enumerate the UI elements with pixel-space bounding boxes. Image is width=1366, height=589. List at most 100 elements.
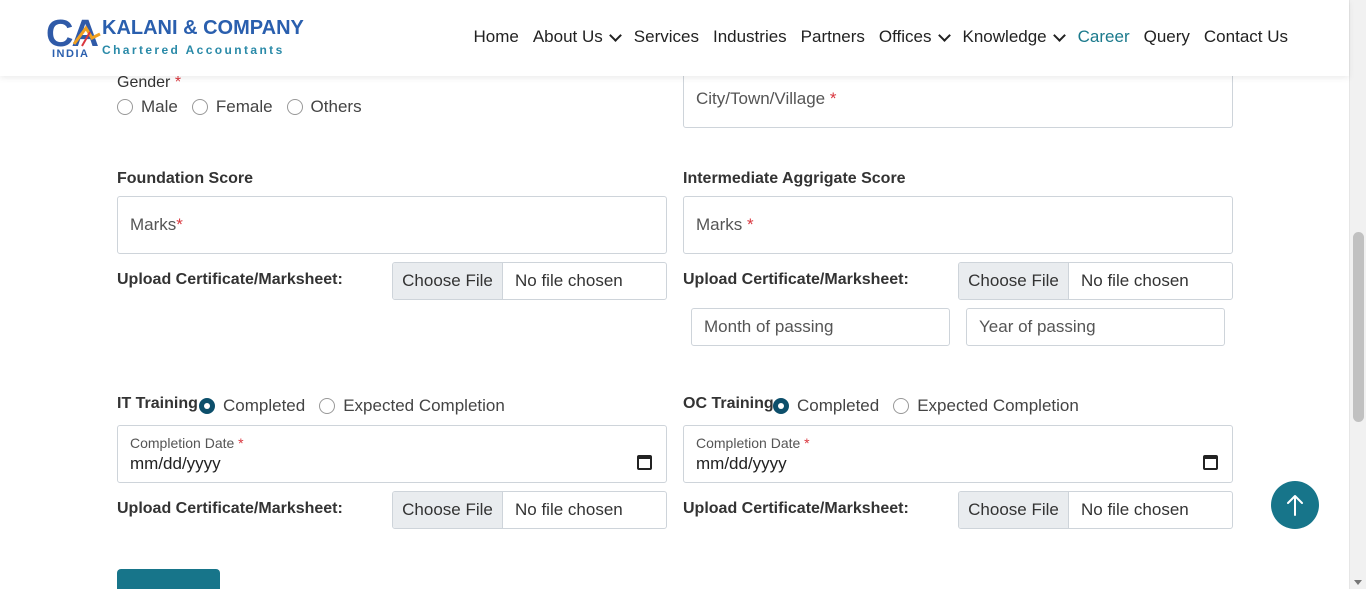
date-label: Completion Date * [130,435,244,451]
oc-completion-date-field[interactable]: Completion Date * mm/dd/yyyy [683,425,1233,483]
required-mark: * [804,435,810,451]
date-label: Completion Date * [696,435,810,451]
submit-button[interactable] [117,569,220,589]
radio-others[interactable] [286,99,303,115]
required-mark: * [174,74,182,91]
date-value: mm/dd/yyyy [130,454,221,473]
choose-file-button[interactable]: Choose File [393,263,503,299]
file-status: No file chosen [515,271,623,290]
nav-label: Partners [800,27,865,46]
it-training-label: IT Training [117,395,198,412]
scrollbar-thumb[interactable] [1353,232,1364,422]
foundation-file-input[interactable]: Choose File No file chosen [392,262,667,300]
foundation-score-label: Foundation Score [117,170,253,187]
company-logo[interactable]: CA KALANI & COMPANY Chartered Accountant… [46,14,306,62]
nav-query[interactable]: Query [1144,26,1190,48]
arrow-up-icon [1287,495,1303,516]
nav-services[interactable]: Services [634,26,699,48]
chevron-down-icon [937,28,951,42]
radio-completed[interactable] [199,398,215,414]
page-scrollbar[interactable] [1349,0,1366,589]
nav-label: Query [1143,27,1190,46]
option-label: Expected Completion [343,396,505,415]
chevron-down-icon [608,28,622,42]
oc-option-completed[interactable]: Completed [773,396,879,416]
option-label: Completed [797,396,880,415]
nav-label: Home [473,27,519,46]
radio-male[interactable] [117,99,133,115]
it-option-expected[interactable]: Expected Completion [319,396,505,416]
oc-training-label: OC Training [683,395,774,412]
scroll-down-arrow-icon[interactable] [1354,580,1362,585]
radio-expected-completion[interactable] [893,398,910,414]
it-upload-label: Upload Certificate/Marksheet: [117,500,343,517]
nav-industries[interactable]: Industries [713,26,787,48]
oc-file-input[interactable]: Choose File No file chosen [958,491,1233,529]
it-option-completed[interactable]: Completed [199,396,305,416]
nav-label: Offices [878,27,932,46]
option-label: Expected Completion [917,396,1079,415]
calendar-icon[interactable] [1203,455,1218,470]
option-label: Others [310,97,362,116]
required-mark: * [176,215,183,234]
gender-label: Gender * [117,74,181,92]
nav-label: Career [1077,27,1130,46]
required-mark: * [238,435,244,451]
intermediate-upload-label: Upload Certificate/Marksheet: [683,271,909,288]
scroll-to-top-button[interactable] [1271,481,1319,529]
gender-label-text: Gender [117,74,171,91]
choose-file-button[interactable]: Choose File [959,492,1069,528]
logo-country: INDIA [52,48,90,60]
site-header: CA KALANI & COMPANY Chartered Accountant… [0,0,1349,76]
gender-option-others[interactable]: Others [286,97,362,117]
nav-label: Services [633,27,699,46]
nav-label: Contact Us [1203,27,1288,46]
main-nav: Home About Us Services Industries Partne… [459,26,1288,48]
file-status: No file chosen [1081,271,1189,290]
oc-training-radio-group: Completed Expected Completion [773,396,1093,416]
file-status: No file chosen [1081,500,1189,519]
choose-file-button[interactable]: Choose File [393,492,503,528]
nav-home[interactable]: Home [473,26,518,48]
nav-about-us[interactable]: About Us [532,26,622,48]
it-file-input[interactable]: Choose File No file chosen [392,491,667,529]
radio-female[interactable] [191,99,208,115]
date-value: mm/dd/yyyy [696,454,787,473]
gender-option-female[interactable]: Female [191,97,273,117]
nav-offices[interactable]: Offices [878,26,951,48]
year-of-passing-field[interactable]: Year of passing [966,308,1225,346]
radio-expected-completion[interactable] [319,398,336,414]
option-label: Female [215,97,273,116]
foundation-marks-placeholder: Marks* [130,215,183,235]
logo-tagline: Chartered Accountants [102,43,285,57]
date-label-text: Completion Date [696,435,801,451]
oc-upload-label: Upload Certificate/Marksheet: [683,500,909,517]
option-label: Male [141,97,178,116]
logo-swoosh-icon [72,25,101,47]
option-label: Completed [223,396,306,415]
intermediate-score-label: Intermediate Aggrigate Score [683,170,906,187]
choose-file-button[interactable]: Choose File [959,263,1069,299]
city-placeholder: City/Town/Village * [696,89,837,109]
intermediate-marks-field[interactable]: Marks * [683,196,1233,254]
intermediate-file-input[interactable]: Choose File No file chosen [958,262,1233,300]
month-of-passing-field[interactable]: Month of passing [691,308,950,346]
nav-label: About Us [532,27,603,46]
nav-career[interactable]: Career [1078,26,1130,48]
nav-contact-us[interactable]: Contact Us [1204,26,1288,48]
nav-label: Knowledge [962,27,1047,46]
city-field[interactable]: City/Town/Village * [683,70,1233,128]
it-completion-date-field[interactable]: Completion Date * mm/dd/yyyy [117,425,667,483]
foundation-marks-field[interactable]: Marks* [117,196,667,254]
oc-option-expected[interactable]: Expected Completion [893,396,1079,416]
intermediate-marks-placeholder: Marks * [696,215,754,235]
file-status: No file chosen [515,500,623,519]
radio-completed[interactable] [773,398,789,414]
calendar-icon[interactable] [637,455,652,470]
placeholder-text: Marks [696,215,743,234]
nav-partners[interactable]: Partners [801,26,865,48]
nav-knowledge[interactable]: Knowledge [962,26,1066,48]
date-label-text: Completion Date [130,435,235,451]
gender-option-male[interactable]: Male [117,97,178,117]
gender-radio-group: Male Female Others [117,97,376,117]
